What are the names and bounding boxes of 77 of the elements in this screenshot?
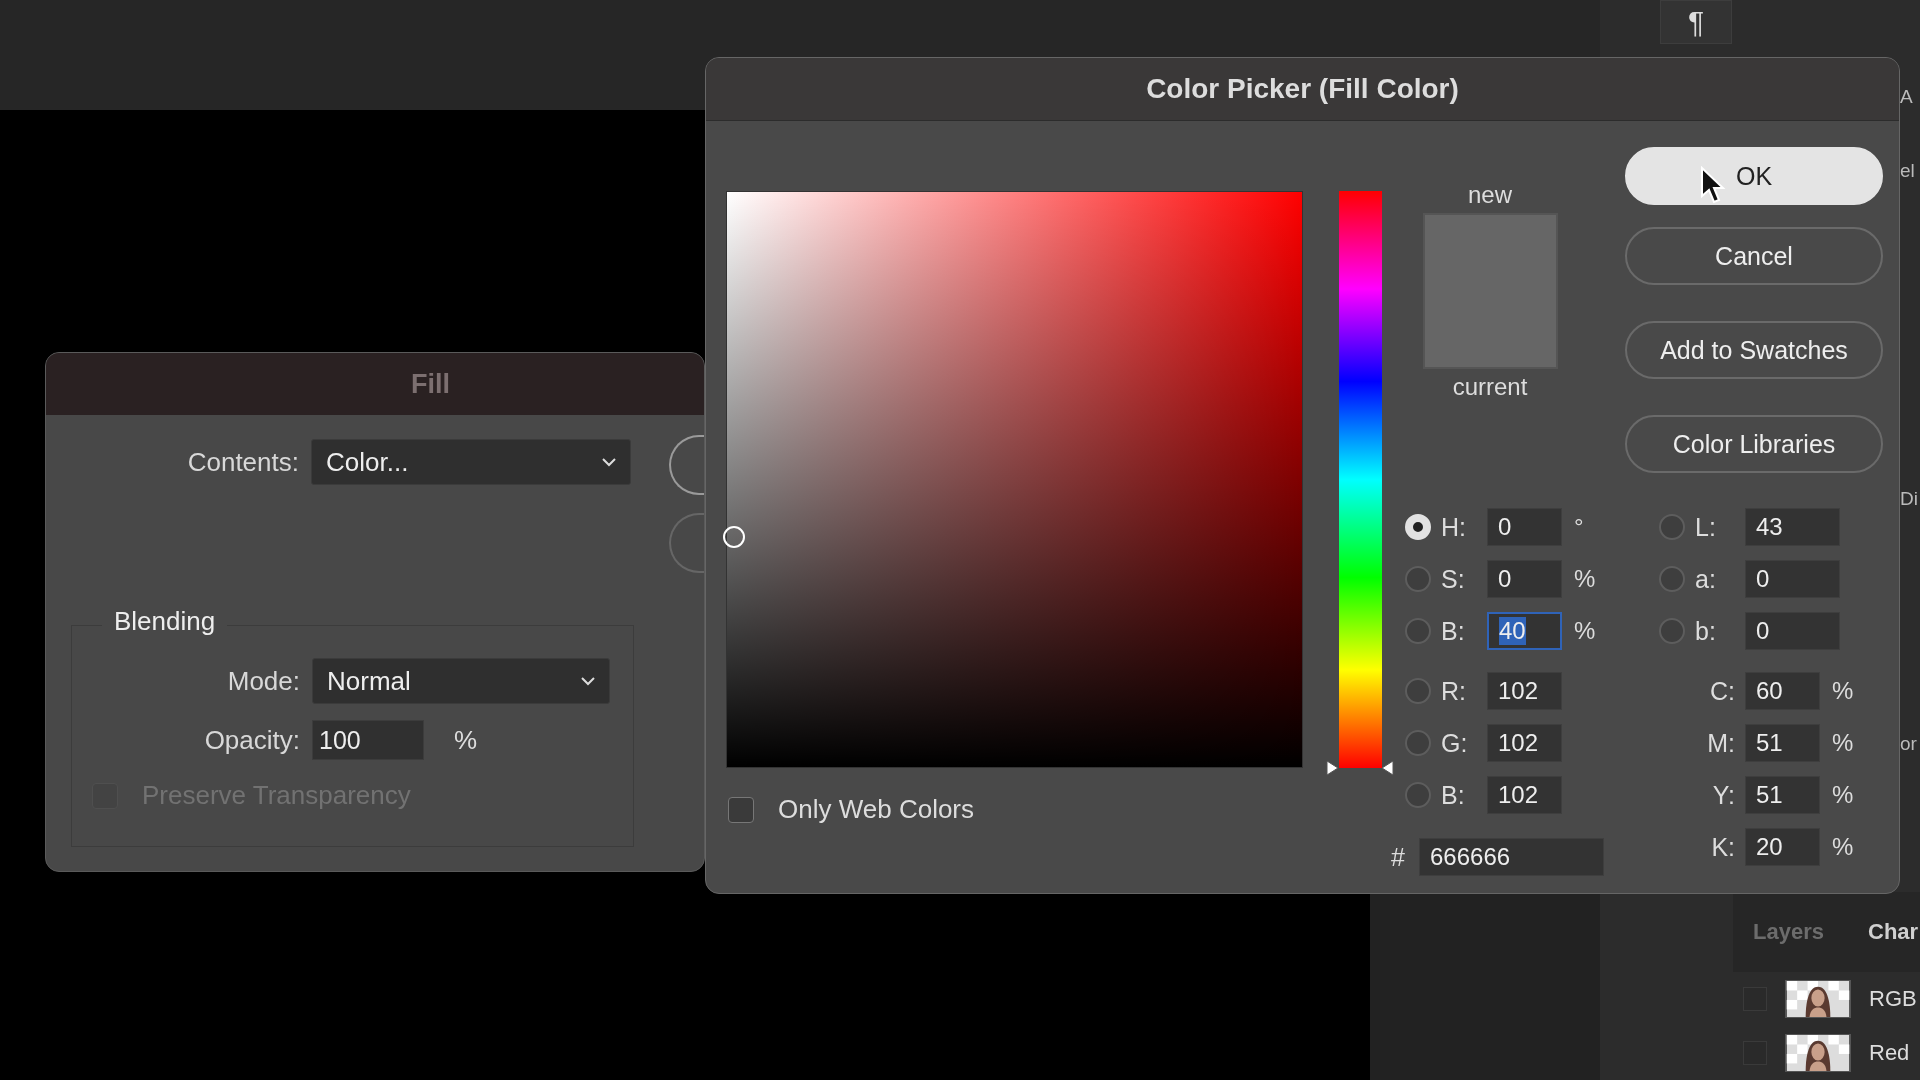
field-label: H: [1441, 512, 1467, 542]
field-label: R: [1441, 676, 1467, 706]
field-label: B: [1441, 616, 1466, 646]
field-label: B: [1441, 780, 1466, 810]
window-title: Color Picker (Fill Color) [1146, 73, 1459, 105]
checkbox[interactable] [728, 796, 754, 823]
radio-button[interactable] [1405, 782, 1431, 808]
dialog-button[interactable]: Color Libraries [1625, 415, 1883, 473]
field-label: Opacity: [203, 724, 301, 756]
dialog-button[interactable]: OK [1625, 147, 1883, 205]
field-label: C: [1709, 676, 1736, 706]
number-field[interactable]: 0 [1487, 508, 1562, 546]
field-label: a: [1695, 564, 1717, 594]
number-field[interactable]: 51 [1745, 776, 1820, 814]
unit-label: % [1832, 729, 1854, 757]
current-color-swatch[interactable] [1424, 291, 1556, 367]
field-label: b: [1695, 616, 1717, 646]
panel-label: A [1900, 86, 1913, 108]
unit-label: % [1832, 677, 1854, 705]
field-label: Y: [1711, 780, 1736, 810]
number-field[interactable]: 0 [1487, 560, 1562, 598]
number-field[interactable]: 51 [1745, 724, 1820, 762]
hue-slider-thumb[interactable] [1325, 758, 1395, 778]
radio-button[interactable] [1405, 618, 1431, 644]
field-label: Mode: [226, 665, 301, 697]
chevron-icon [581, 676, 595, 686]
number-field[interactable]: 40 [1487, 612, 1562, 650]
number-field[interactable]: 43 [1745, 508, 1840, 546]
number-field[interactable]: 0 [1745, 560, 1840, 598]
number-field[interactable]: 60 [1745, 672, 1820, 710]
radio-button[interactable] [1405, 678, 1431, 704]
unit-label: % [1574, 617, 1596, 645]
unit-label: % [454, 724, 478, 756]
checkbox-label: Only Web Colors [778, 794, 975, 825]
opacity-field[interactable]: 100 [312, 720, 424, 760]
swatch-label: new [1468, 180, 1512, 210]
mode-dropdown[interactable]: Normal [312, 658, 610, 704]
number-field[interactable]: 666666 [1419, 838, 1604, 876]
number-field[interactable]: 102 [1487, 672, 1562, 710]
cursor-icon [1700, 166, 1726, 206]
field-label: S: [1441, 564, 1466, 594]
field-label: K: [1710, 832, 1736, 862]
panel-label: or [1900, 733, 1917, 755]
radio-button[interactable] [1405, 730, 1431, 756]
contents-dropdown[interactable]: Color... [311, 439, 631, 485]
round-button[interactable] [669, 513, 704, 573]
radio-button[interactable] [1659, 514, 1685, 540]
unit-label: ° [1574, 513, 1584, 541]
round-button[interactable] [669, 435, 704, 495]
radio-button[interactable] [1659, 566, 1685, 592]
panel-label: Di [1900, 488, 1918, 510]
number-field[interactable]: 102 [1487, 776, 1562, 814]
dialog-button[interactable]: Add to Swatches [1625, 321, 1883, 379]
panel-tab[interactable]: Char [1848, 919, 1920, 945]
dialog-button[interactable]: Cancel [1625, 227, 1883, 285]
field-label: L: [1695, 512, 1717, 542]
paragraph-icon[interactable]: ¶ [1660, 0, 1732, 44]
number-field[interactable]: 0 [1745, 612, 1840, 650]
color-field[interactable] [726, 191, 1303, 768]
chevron-icon [602, 457, 616, 467]
field-label: # [1391, 842, 1406, 872]
window-title: Fill [411, 368, 450, 400]
field-label: Contents: [186, 446, 300, 478]
channel-name[interactable]: Red [1869, 1040, 1910, 1066]
unit-label: % [1832, 781, 1854, 809]
color-marker[interactable] [723, 526, 745, 548]
unit-label: % [1574, 565, 1596, 593]
swatch-label: current [1452, 372, 1528, 402]
field-label: M: [1706, 728, 1736, 758]
number-field[interactable]: 20 [1745, 828, 1820, 866]
channel-name[interactable]: RGB [1869, 986, 1917, 1012]
panel-label: el [1900, 160, 1915, 182]
number-field[interactable]: 102 [1487, 724, 1562, 762]
field-label: G: [1441, 728, 1469, 758]
radio-button[interactable] [1659, 618, 1685, 644]
unit-label: % [1832, 833, 1854, 861]
radio-button[interactable] [1405, 566, 1431, 592]
